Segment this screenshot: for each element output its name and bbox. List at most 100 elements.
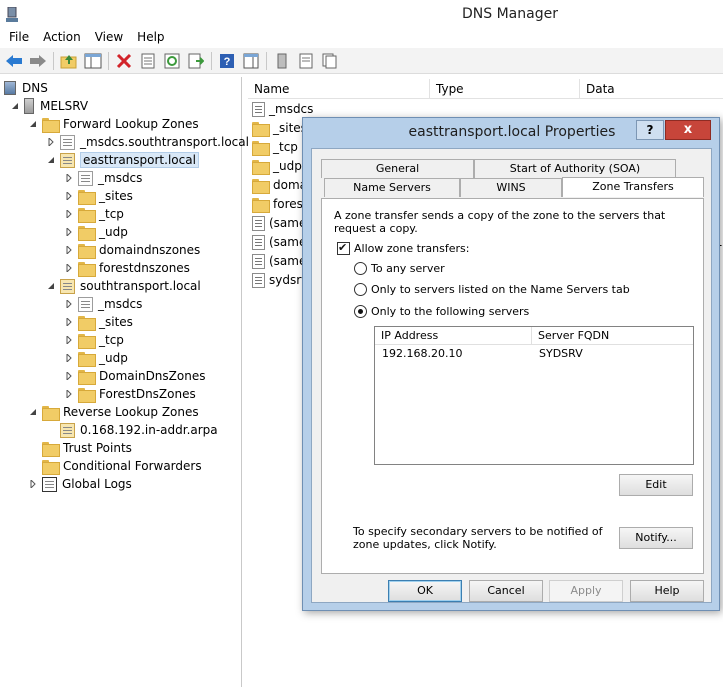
tree-node-global-logs[interactable]: Global Logs [28,475,132,493]
apply-button[interactable]: Apply [549,580,623,602]
server-ip: 192.168.20.10 [382,347,463,360]
expand-arrow-icon[interactable] [64,263,74,273]
collapse-arrow-icon[interactable] [28,119,38,129]
help-icon[interactable]: ? [215,50,238,72]
up-folder-icon[interactable] [57,50,80,72]
tree-node-south-child[interactable]: DomainDnsZones [64,367,205,385]
tree-node-east-child[interactable]: _msdcs [64,169,142,187]
tab-start-of-authority[interactable]: Start of Authority (SOA) [474,159,676,178]
transfer-servers-list[interactable]: IP Address Server FQDN 192.168.20.10 SYD… [374,326,694,465]
record-icon[interactable] [318,50,341,72]
list-row[interactable]: (same [252,214,306,232]
column-server-fqdn[interactable]: Server FQDN [532,327,693,345]
list-row[interactable]: (same [252,252,306,270]
tree-node-east-child[interactable]: forestdnszones [64,259,190,277]
expand-arrow-icon[interactable] [64,371,74,381]
help-icon[interactable]: ? [636,120,664,140]
notify-button[interactable]: Notify... [619,527,693,549]
expand-arrow-icon[interactable] [46,137,56,147]
tree-node-south-child[interactable]: _msdcs [64,295,142,313]
zone-list-icon[interactable] [270,50,293,72]
edit-button[interactable]: Edit [619,474,693,496]
tree-node-reverse-zone[interactable]: 0.168.192.in-addr.arpa [60,421,218,439]
menu-view[interactable]: View [88,27,130,47]
column-type[interactable]: Type [430,79,580,99]
tree-node-east-child[interactable]: domaindnszones [64,241,200,259]
radio-name-servers-tab[interactable] [354,283,367,296]
tree-node-southtransport[interactable]: southtransport.local [46,277,201,295]
list-row[interactable]: sydsrv [252,271,308,289]
column-data[interactable]: Data [580,79,723,99]
export-list-icon[interactable] [184,50,207,72]
expand-arrow-icon[interactable] [64,353,74,363]
radio-following-servers[interactable] [354,305,367,318]
tab-zone-transfers[interactable]: Zone Transfers [562,177,704,197]
console-tree[interactable]: DNS MELSRV Forward Lookup Zones _msdcs.s… [0,77,249,687]
tree-label: Trust Points [63,441,132,455]
list-row[interactable]: _udp [252,157,302,175]
delete-icon[interactable] [112,50,135,72]
expand-arrow-icon[interactable] [64,245,74,255]
tree-node-south-child[interactable]: _tcp [64,331,124,349]
tree-label: domaindnszones [99,243,201,257]
tree-node-south-child[interactable]: _sites [64,313,133,331]
ok-button[interactable]: OK [388,580,462,602]
expand-arrow-icon[interactable] [64,299,74,309]
tree-node-forward-lookup-zones[interactable]: Forward Lookup Zones [28,115,199,133]
tree-node-east-child[interactable]: _sites [64,187,133,205]
tree-node-reverse-lookup-zones[interactable]: Reverse Lookup Zones [28,403,199,421]
close-icon[interactable]: x [665,120,711,140]
column-name[interactable]: Name [248,79,430,99]
tree-node-south-child[interactable]: _udp [64,349,128,367]
tab-wins[interactable]: WINS [460,178,562,197]
list-row[interactable]: _msdcs [252,100,313,118]
refresh-icon[interactable] [160,50,183,72]
tree-node-east-child[interactable]: _tcp [64,205,124,223]
expand-arrow-icon[interactable] [64,173,74,183]
tree-node-msdcs-zone[interactable]: _msdcs.southtransport.local [46,133,249,151]
expand-arrow-icon[interactable] [64,389,74,399]
menu-help[interactable]: Help [130,27,171,47]
menu-file[interactable]: File [2,27,36,47]
list-row[interactable]: (same [252,233,306,251]
collapse-arrow-icon[interactable] [46,281,56,291]
radio-any-server[interactable] [354,262,367,275]
tree-label: ForestDnsZones [99,387,196,401]
collapse-arrow-icon[interactable] [28,407,38,417]
tree-node-south-child[interactable]: ForestDnsZones [64,385,196,403]
expand-arrow-icon[interactable] [64,227,74,237]
help-button[interactable]: Help [630,580,704,602]
expand-arrow-icon[interactable] [64,335,74,345]
table-row[interactable]: 192.168.20.10 SYDSRV [375,346,693,363]
tree-node-dns[interactable]: DNS [4,79,48,97]
forward-arrow-icon[interactable] [26,50,49,72]
cancel-button[interactable]: Cancel [469,580,543,602]
show-hide-tree-icon[interactable] [81,50,104,72]
tree-node-conditional-forwarders[interactable]: Conditional Forwarders [42,457,202,475]
collapse-arrow-icon[interactable] [46,155,56,165]
back-arrow-icon[interactable] [2,50,25,72]
collapse-arrow-icon[interactable] [10,101,20,111]
expand-arrow-icon[interactable] [28,479,38,489]
tab-general[interactable]: General [321,159,474,178]
folder-icon [78,333,96,349]
tab-name-servers[interactable]: Name Servers [324,178,460,197]
column-ip-address[interactable]: IP Address [375,327,532,345]
properties-icon[interactable] [136,50,159,72]
list-row[interactable]: _tcp [252,138,298,156]
server-list-icon[interactable] [294,50,317,72]
tree-label: Conditional Forwarders [63,459,202,473]
expand-arrow-icon[interactable] [64,191,74,201]
tree-node-east-child[interactable]: _udp [64,223,128,241]
expand-arrow-icon[interactable] [64,209,74,219]
tree-node-trust-points[interactable]: Trust Points [42,439,132,457]
action-pane-icon[interactable] [239,50,262,72]
tree-label: easttransport.local [80,152,199,168]
expand-arrow-icon[interactable] [64,317,74,327]
tree-node-melsrv[interactable]: MELSRV [10,97,88,115]
server-icon [24,98,34,114]
list-row[interactable]: _sites [252,119,307,137]
tree-node-easttransport[interactable]: easttransport.local [46,151,199,169]
allow-zone-transfers-checkbox[interactable] [337,241,350,255]
menu-action[interactable]: Action [36,27,88,47]
